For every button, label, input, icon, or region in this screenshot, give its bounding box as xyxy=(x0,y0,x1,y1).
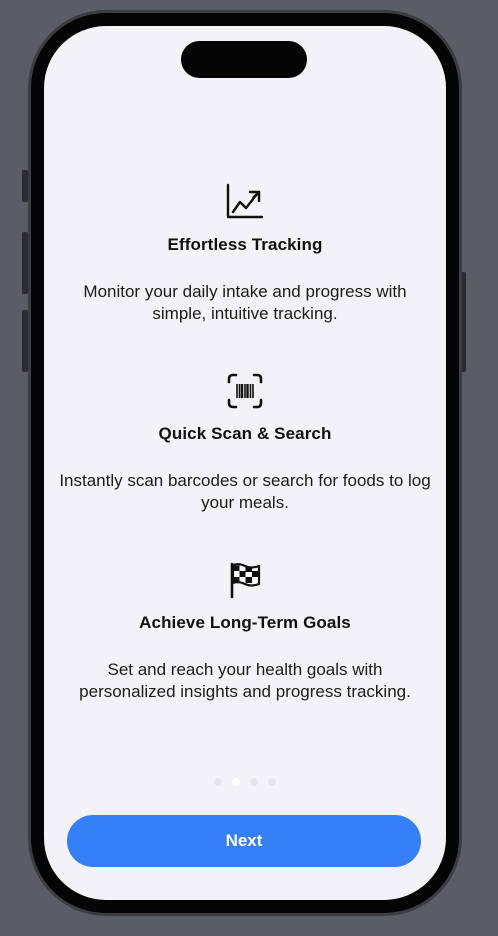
next-button[interactable]: Next xyxy=(67,815,421,867)
feature-title: Effortless Tracking xyxy=(167,235,323,254)
page-dot-current[interactable] xyxy=(232,778,240,786)
feature-description: Set and reach your health goals with per… xyxy=(79,660,411,701)
device-stage: Effortless Tracking Monitor your daily i… xyxy=(0,0,498,936)
page-dot[interactable] xyxy=(268,778,276,786)
feature-title: Achieve Long-Term Goals xyxy=(139,613,351,632)
feature-description: Instantly scan barcodes or search for fo… xyxy=(59,471,431,512)
screen: Effortless Tracking Monitor your daily i… xyxy=(44,26,446,900)
next-button-label: Next xyxy=(225,831,263,850)
page-dot[interactable] xyxy=(250,778,258,786)
feature-description: Monitor your daily intake and progress w… xyxy=(83,282,407,323)
page-indicator[interactable] xyxy=(44,778,446,786)
chart-line-uptrend-icon xyxy=(226,183,264,219)
page-dot[interactable] xyxy=(214,778,222,786)
feature-title: Quick Scan & Search xyxy=(158,424,332,443)
flag-checkered-icon xyxy=(230,562,261,599)
barcode-viewfinder-icon xyxy=(227,373,263,409)
dynamic-island xyxy=(181,41,307,78)
feature-effortless-tracking: Effortless Tracking Monitor your daily i… xyxy=(44,182,446,325)
feature-long-term-goals: Achieve Long-Term Goals Set and reach yo… xyxy=(44,560,446,703)
feature-quick-scan-search: Quick Scan & Search Instantly scan barco… xyxy=(44,371,446,514)
